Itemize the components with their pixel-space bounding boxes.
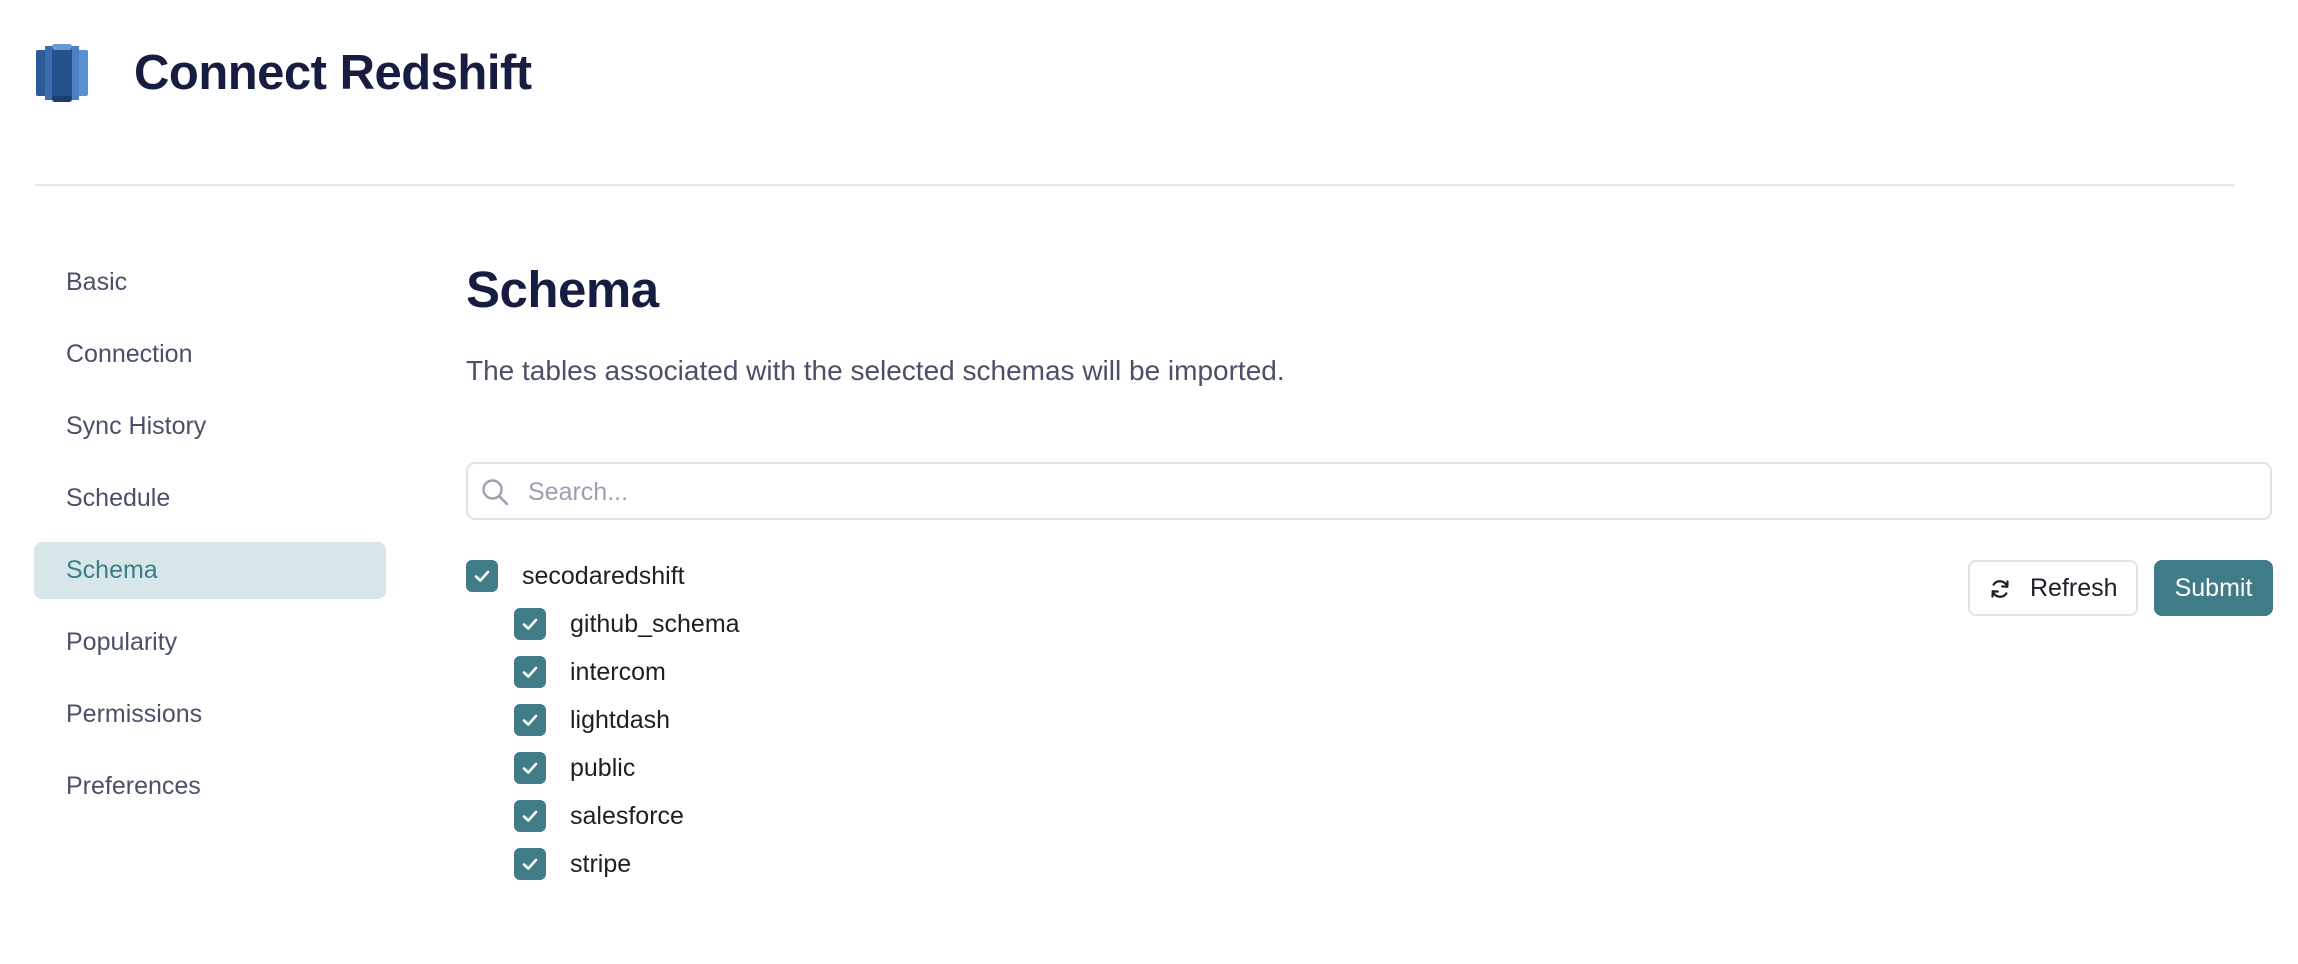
tree-row-public: public (466, 744, 1366, 792)
sidebar-item-schedule[interactable]: Schedule (34, 470, 386, 527)
checkbox[interactable] (514, 800, 546, 832)
sidebar-item-basic[interactable]: Basic (34, 254, 386, 311)
sidebar-item-sync-history[interactable]: Sync History (34, 398, 386, 455)
sidebar: Basic Connection Sync History Schedule S… (34, 254, 386, 830)
page-title: Connect Redshift (134, 46, 532, 100)
redshift-logo (36, 44, 88, 102)
sidebar-item-popularity[interactable]: Popularity (34, 614, 386, 671)
tree-label: salesforce (570, 801, 684, 830)
check-icon (522, 666, 538, 678)
search-input[interactable] (528, 472, 2248, 512)
refresh-label: Refresh (2030, 574, 2118, 602)
tree-row-github-schema: github_schema (466, 600, 1366, 648)
check-icon (522, 858, 538, 870)
tree-row-lightdash: lightdash (466, 696, 1366, 744)
checkbox[interactable] (514, 608, 546, 640)
submit-button[interactable]: Submit (2154, 560, 2273, 616)
check-icon (474, 570, 490, 582)
check-icon (522, 762, 538, 774)
refresh-icon (1991, 580, 2009, 598)
sidebar-item-label: Basic (66, 268, 128, 296)
sidebar-item-label: Connection (66, 340, 193, 368)
sidebar-item-label: Schema (66, 556, 158, 584)
checkbox[interactable] (466, 560, 498, 592)
check-icon (522, 810, 538, 822)
sidebar-item-label: Preferences (66, 772, 201, 800)
check-icon (522, 714, 538, 726)
tree-label: lightdash (570, 705, 671, 734)
check-icon (522, 618, 538, 630)
tree-row-stripe: stripe (466, 840, 1366, 888)
sidebar-item-label: Permissions (66, 700, 203, 728)
sidebar-item-label: Sync History (66, 412, 207, 440)
submit-label: Submit (2174, 573, 2253, 602)
checkbox[interactable] (514, 704, 546, 736)
tree-label: github_schema (570, 609, 740, 638)
header: Connect Redshift (0, 0, 2298, 186)
schema-tree: secodaredshift github_schema intercom li… (466, 552, 1366, 888)
sidebar-item-preferences[interactable]: Preferences (34, 758, 386, 815)
tree-label: stripe (570, 849, 632, 878)
sidebar-item-schema[interactable]: Schema (34, 542, 386, 599)
tree-label: intercom (570, 657, 666, 686)
tree-label: secodaredshift (522, 561, 685, 590)
sidebar-item-permissions[interactable]: Permissions (34, 686, 386, 743)
tree-row-salesforce: salesforce (466, 792, 1366, 840)
section-description: The tables associated with the selected … (466, 355, 1285, 386)
tree-row-secodaredshift: secodaredshift (466, 552, 1366, 600)
sidebar-item-label: Popularity (66, 628, 178, 656)
header-divider (35, 184, 2235, 186)
checkbox[interactable] (514, 752, 546, 784)
sidebar-item-label: Schedule (66, 484, 171, 512)
main-content: Schema The tables associated with the se… (466, 250, 2274, 880)
refresh-button[interactable]: Refresh (1968, 560, 2138, 616)
checkbox[interactable] (514, 656, 546, 688)
search-box (466, 462, 2272, 520)
search-icon (482, 479, 509, 506)
checkbox[interactable] (514, 848, 546, 880)
section-title: Schema (466, 261, 659, 318)
tree-row-intercom: intercom (466, 648, 1366, 696)
sidebar-item-connection[interactable]: Connection (34, 326, 386, 383)
tree-label: public (570, 753, 636, 782)
